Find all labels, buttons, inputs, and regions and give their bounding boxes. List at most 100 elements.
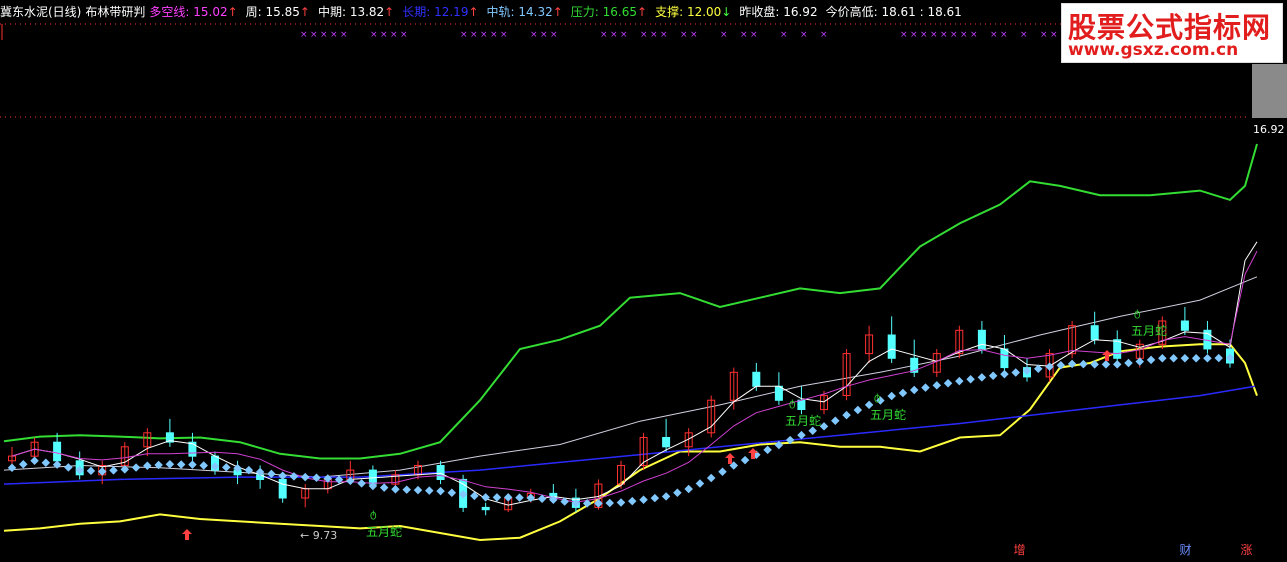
signal-x-marker: ×: [720, 30, 728, 40]
mid-band-dot: [165, 460, 175, 469]
down-candle: [278, 478, 287, 499]
mid-band-dot: [661, 492, 671, 501]
indicator-label: 多空线:: [149, 4, 194, 19]
mid-band-dot: [977, 373, 987, 382]
indicator-item-3: 长期: 12.19↑: [402, 5, 478, 19]
weekly-ma-line: [11, 250, 1258, 503]
signal-x-marker: ×: [940, 30, 948, 40]
down-candle: [977, 329, 986, 350]
price-scrollbar[interactable]: [1252, 64, 1287, 118]
snake-symbol-1: ტ: [370, 509, 377, 520]
signal-x-marker: ×: [820, 30, 828, 40]
signal-x-marker: ×: [550, 30, 558, 40]
site-watermark: 股票公式指标网 www.gsxz.com.cn: [1061, 3, 1283, 63]
signal-x-marker: ×: [390, 30, 398, 40]
low-price-label: ← 9.73: [300, 529, 338, 542]
mid-band-dot: [41, 458, 51, 467]
badge-zeng[interactable]: 增: [1011, 541, 1028, 558]
trend-arrow-icon: ↓: [721, 4, 732, 19]
mid-band-dot: [695, 479, 705, 488]
signal-x-marker: ×: [910, 30, 918, 40]
signal-x-marker: ×: [1000, 30, 1008, 40]
chart-canvas[interactable]: × × × × × × × × × × × × × × × × × × × × × × × × × × × × × × × × × × × × × × × ×…: [0, 0, 1287, 558]
indicator-label: 中轨:: [486, 4, 519, 19]
signal-x-marker: ×: [370, 30, 378, 40]
down-candle: [188, 441, 197, 457]
badge-cai[interactable]: 财: [1177, 541, 1194, 558]
badge-zhang[interactable]: 涨: [1238, 541, 1255, 558]
signal-x-marker: ×: [540, 30, 548, 40]
down-candle: [436, 465, 445, 480]
mid-band-dot: [842, 410, 851, 420]
mid-band-dot: [1079, 359, 1088, 369]
signal-x-marker: ×: [950, 30, 958, 40]
stock-name[interactable]: 冀东水泥(日线): [0, 3, 81, 20]
mid-band-dot: [763, 445, 772, 455]
down-candle: [53, 441, 62, 462]
indicator-value: 15.85: [265, 4, 300, 19]
mid-band-dot: [819, 422, 829, 431]
mid-band-dot: [379, 483, 389, 492]
mid-band-dot: [1169, 354, 1178, 363]
mid-band-dot: [413, 485, 423, 495]
mid-band-dot: [831, 416, 840, 425]
mid-band-dot: [515, 493, 524, 502]
signal-x-marker: ×: [530, 30, 538, 40]
low-price-value: 9.73: [312, 529, 338, 542]
signal-x-marker: ×: [300, 30, 308, 40]
indicator-value: 14.32: [518, 4, 553, 19]
signal-x-marker: ×: [960, 30, 968, 40]
mid-band-dot: [436, 486, 445, 496]
mid-band-dot: [1112, 360, 1122, 369]
trend-arrow-icon: ↑: [384, 4, 395, 19]
mid-band-dot: [628, 496, 637, 506]
indicator-value: 13.82: [349, 4, 385, 19]
mid-band-dot: [176, 460, 186, 469]
signal-x-marker: ×: [1040, 30, 1048, 40]
mid-band-dot: [1124, 358, 1133, 368]
signal-x-marker: ×: [460, 30, 468, 40]
down-candle: [887, 334, 896, 359]
mid-band-dot: [199, 461, 208, 470]
mid-band-dot: [222, 463, 231, 472]
signal-x-marker: ×: [920, 30, 928, 40]
mid-band-dot: [605, 498, 614, 508]
signal-x-marker: ×: [470, 30, 478, 40]
mid-band-dot: [966, 375, 975, 384]
mid-band-dot: [1101, 360, 1111, 369]
signal-x-marker: ×: [1050, 30, 1058, 40]
trend-arrow-icon: ↑: [637, 4, 648, 19]
snake-symbol-3: ტ: [874, 392, 881, 403]
indicator-header: 冀东水泥(日线) 布林带研判 多空线: 15.02↑ 周: 15.85↑ 中期: 1…: [0, 2, 974, 20]
indicator-value: 12.19: [434, 4, 469, 19]
watermark-url: www.gsxz.com.cn: [1068, 40, 1239, 60]
signal-x-marker: ×: [800, 30, 808, 40]
down-candle: [752, 371, 761, 387]
indicator-value: 18.61 : 18.61: [881, 4, 962, 19]
mid-band-dot: [1011, 368, 1020, 377]
mid-band-dot: [1000, 369, 1009, 379]
indicator-item-4: 中轨: 14.32↑: [487, 5, 563, 19]
mid-band-dot: [921, 383, 930, 392]
indicator-label: 中期:: [317, 4, 350, 19]
indicator-name[interactable]: 布林带研判: [85, 3, 145, 20]
indicator-value: 15.02: [193, 4, 228, 19]
mid-band-dot: [853, 405, 863, 415]
mid-band-dot: [1214, 353, 1223, 363]
mid-band-dot: [503, 493, 513, 502]
mid-band-dot: [425, 486, 434, 495]
mid-band-dot: [188, 460, 197, 469]
mid-band-dot: [30, 456, 39, 466]
signal-x-marker: ×: [660, 30, 668, 40]
indicator-label: 今价高低:: [825, 4, 882, 19]
mid-band-dot: [19, 460, 28, 469]
stock-chart[interactable]: × × × × × × × × × × × × × × × × × × × × × × × × × × × × × × × × × × × × × × × ×…: [0, 0, 1287, 558]
signal-x-marker: ×: [480, 30, 488, 40]
trend-arrow-icon: ↑: [299, 4, 310, 19]
mid-band-dot: [131, 463, 141, 472]
signal-x-marker: ×: [990, 30, 998, 40]
indicator-label: 支撑:: [655, 4, 687, 19]
down-candle: [774, 385, 783, 401]
signal-x-marker: ×: [970, 30, 978, 40]
mid-band-dot: [740, 455, 750, 465]
